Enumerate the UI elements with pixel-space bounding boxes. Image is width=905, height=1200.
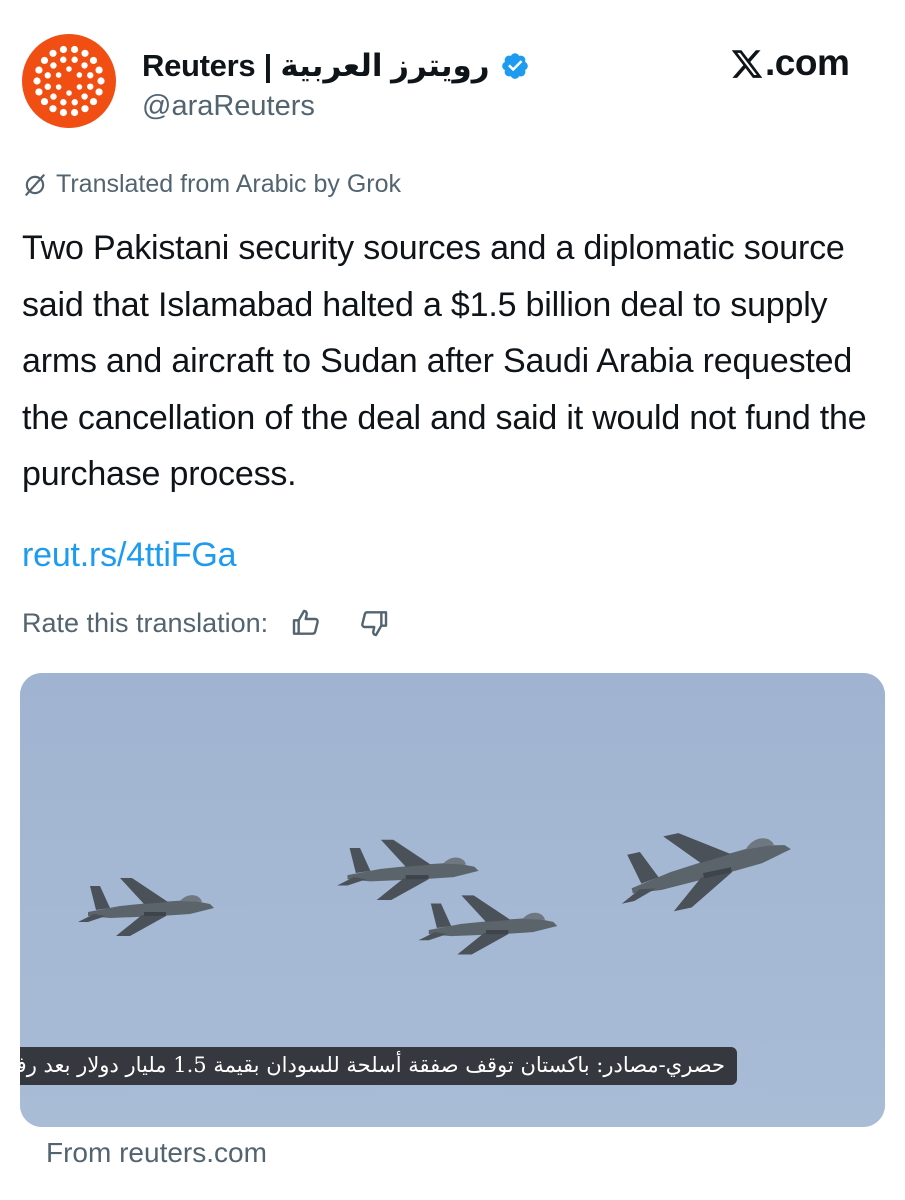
logo-dot bbox=[87, 83, 94, 90]
logo-dot bbox=[89, 56, 98, 65]
translation-notice: Translated from Arabic by Grok bbox=[22, 170, 401, 199]
logo-dot bbox=[55, 72, 62, 78]
logo-dot bbox=[70, 108, 79, 117]
author-display-name[interactable]: Reuters | رويترز العربية bbox=[142, 48, 490, 84]
logo-dot bbox=[95, 66, 103, 74]
logo-dot bbox=[81, 62, 88, 69]
rate-translation-row: Rate this translation: bbox=[22, 603, 392, 643]
logo-dot bbox=[95, 88, 103, 96]
logo-dot bbox=[66, 90, 72, 96]
logo-dot bbox=[89, 97, 98, 106]
post-link[interactable]: reut.rs/4ttiFGa bbox=[22, 536, 236, 575]
logo-dot bbox=[81, 105, 89, 113]
reuters-logo-icon bbox=[33, 45, 105, 117]
site-domain-suffix: .com bbox=[765, 42, 850, 83]
link-card-image[interactable]: حصري-مصادر: باكستان توقف صفقة أسلحة للسو… bbox=[20, 673, 885, 1127]
rate-translation-label: Rate this translation: bbox=[22, 607, 269, 638]
logo-dot bbox=[55, 84, 62, 90]
logo-dot bbox=[33, 77, 41, 85]
thumbs-up-icon bbox=[292, 609, 320, 635]
logo-dot bbox=[76, 72, 83, 78]
logo-dot bbox=[35, 88, 43, 96]
author-handle[interactable]: @araReuters bbox=[142, 90, 315, 123]
site-brand: .com bbox=[730, 42, 850, 84]
thumbs-down-icon bbox=[361, 611, 388, 637]
logo-dot bbox=[71, 56, 78, 63]
logo-dot bbox=[40, 97, 49, 106]
logo-dot bbox=[35, 66, 43, 74]
thumbs-up-button[interactable] bbox=[288, 605, 324, 641]
logo-dot bbox=[87, 72, 94, 79]
grok-icon bbox=[25, 173, 45, 196]
logo-dot bbox=[50, 62, 57, 69]
card-source[interactable]: From reuters.com bbox=[46, 1137, 267, 1169]
logo-dot bbox=[81, 93, 88, 100]
logo-dot bbox=[40, 56, 49, 65]
logo-dot bbox=[59, 45, 68, 54]
author-name-row: Reuters | رويترز العربية bbox=[142, 44, 530, 88]
logo-dot bbox=[81, 49, 89, 57]
logo-dot bbox=[60, 56, 67, 63]
logo-dot bbox=[49, 49, 57, 57]
logo-dot bbox=[50, 93, 57, 100]
logo-dot bbox=[66, 66, 72, 72]
logo-dot bbox=[44, 83, 51, 90]
logo-dot bbox=[70, 45, 79, 54]
logo-dot bbox=[59, 108, 68, 117]
translation-notice-text: Translated from Arabic by Grok bbox=[56, 170, 402, 198]
verified-badge-icon bbox=[501, 53, 528, 79]
image-caption: حصري-مصادر: باكستان توقف صفقة أسلحة للسو… bbox=[20, 1047, 737, 1085]
logo-dot bbox=[76, 84, 83, 90]
logo-dot bbox=[60, 99, 67, 106]
thumbs-down-button[interactable] bbox=[356, 605, 392, 641]
logo-dot bbox=[97, 77, 105, 85]
logo-dot bbox=[71, 99, 78, 106]
author-avatar[interactable] bbox=[22, 34, 116, 128]
post-body-text: Two Pakistani security sources and a dip… bbox=[22, 229, 867, 494]
logo-dot bbox=[49, 105, 57, 113]
x-logo-icon bbox=[731, 50, 763, 78]
logo-dot bbox=[44, 72, 51, 79]
